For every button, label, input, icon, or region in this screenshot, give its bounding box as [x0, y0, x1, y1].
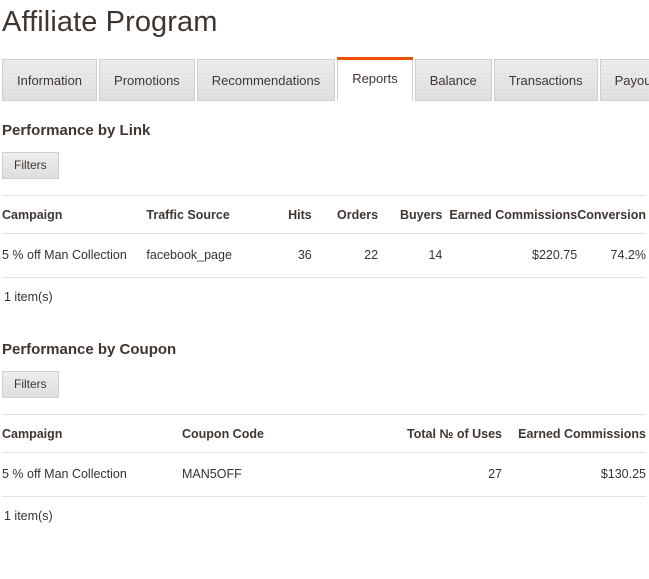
performance-by-link-table: Campaign Traffic Source Hits Orders Buye…: [2, 195, 646, 278]
performance-by-coupon-item-count: 1 item(s): [4, 509, 53, 523]
cell-total-uses: 27: [352, 452, 502, 497]
tab-bar: Information Promotions Recommendations R…: [0, 55, 649, 101]
cell-coupon-code: MAN5OFF: [182, 452, 352, 497]
tab-label: Promotions: [114, 72, 180, 88]
table-row[interactable]: 5 % off Man Collection MAN5OFF 27 $130.2…: [2, 452, 646, 497]
column-header-buyers[interactable]: Buyers: [378, 195, 443, 234]
tab-label: Reports: [352, 71, 398, 86]
tab-reports[interactable]: Reports: [337, 57, 413, 101]
column-header-coupon-code[interactable]: Coupon Code: [182, 414, 352, 453]
performance-by-coupon-title: Performance by Coupon: [2, 341, 177, 358]
filters-button-coupon[interactable]: Filters: [2, 371, 59, 398]
column-header-earned-commissions[interactable]: Earned Commissions: [502, 414, 646, 453]
column-header-conversion[interactable]: Conversion: [577, 195, 646, 234]
cell-orders: 22: [311, 233, 379, 278]
tab-label: Balance: [429, 72, 477, 88]
performance-by-link-title: Performance by Link: [2, 122, 151, 139]
tab-bar-underline: [2, 100, 647, 101]
cell-hits: 36: [255, 233, 312, 278]
page-title: Affiliate Program: [2, 6, 218, 38]
tab-promotions[interactable]: Promotions: [99, 59, 195, 101]
cell-campaign: 5 % off Man Collection: [2, 452, 182, 497]
tab-transactions[interactable]: Transactions: [493, 59, 598, 101]
cell-traffic-source: facebook_page: [146, 233, 256, 278]
table-header-row: Campaign Traffic Source Hits Orders Buye…: [2, 195, 646, 234]
performance-by-coupon-section: Performance by Coupon Filters Campaign C…: [0, 342, 649, 523]
performance-by-link-filters-row: Filters: [2, 152, 647, 179]
performance-by-coupon-table: Campaign Coupon Code Total № of Uses Ear…: [2, 414, 646, 497]
cell-buyers: 14: [378, 233, 443, 278]
column-header-total-uses[interactable]: Total № of Uses: [352, 414, 502, 453]
column-header-campaign[interactable]: Campaign: [2, 195, 147, 234]
performance-by-link-item-count: 1 item(s): [4, 290, 53, 304]
active-tab-accent-bar: [337, 57, 413, 60]
performance-by-link-section: Performance by Link Filters Campaign Tra…: [0, 123, 649, 304]
cell-earned-commissions: $220.75: [442, 233, 578, 278]
filters-button-link[interactable]: Filters: [2, 152, 59, 179]
tab-recommendations[interactable]: Recommendations: [196, 59, 336, 101]
tab-label: Information: [17, 72, 83, 88]
column-header-campaign[interactable]: Campaign: [2, 414, 182, 453]
column-header-traffic-source[interactable]: Traffic Source: [146, 195, 256, 234]
column-header-earned-commissions[interactable]: Earned Commissions: [442, 195, 578, 234]
cell-conversion: 74.2%: [577, 233, 646, 278]
tab-information[interactable]: Information: [2, 59, 98, 101]
table-header-row: Campaign Coupon Code Total № of Uses Ear…: [2, 414, 646, 453]
tab-label: Transactions: [508, 72, 583, 88]
performance-by-coupon-filters-row: Filters: [2, 371, 647, 398]
table-row[interactable]: 5 % off Man Collection facebook_page 36 …: [2, 233, 646, 278]
tab-label: Recommendations: [211, 72, 321, 88]
column-header-hits[interactable]: Hits: [255, 195, 312, 234]
tab-label: Payouts: [614, 72, 649, 88]
cell-campaign: 5 % off Man Collection: [2, 233, 147, 278]
column-header-orders[interactable]: Orders: [311, 195, 379, 234]
tab-balance[interactable]: Balance: [414, 59, 492, 101]
tab-payouts[interactable]: Payouts: [599, 59, 649, 101]
cell-earned-commissions: $130.25: [502, 452, 646, 497]
